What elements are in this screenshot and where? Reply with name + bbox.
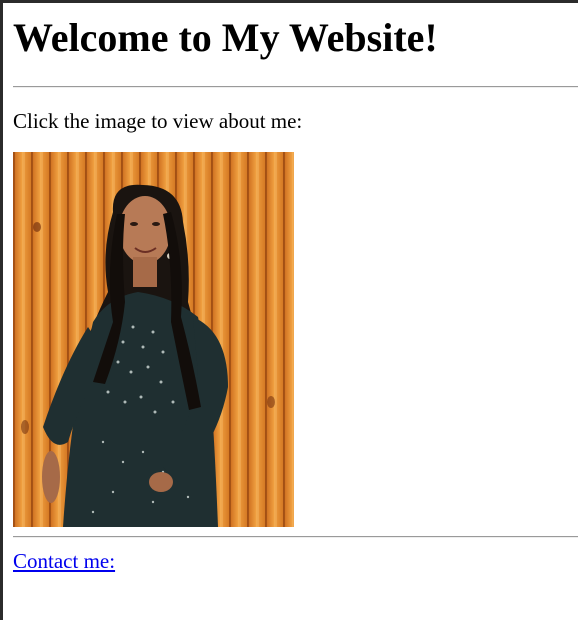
horizontal-rule-top bbox=[13, 86, 578, 88]
window-frame-left bbox=[0, 0, 3, 620]
intro-text: Click the image to view about me: bbox=[13, 109, 303, 133]
profile-photo[interactable] bbox=[13, 152, 294, 527]
contact-link[interactable]: Contact me: bbox=[13, 549, 115, 573]
window-frame-top bbox=[0, 0, 578, 3]
page-title: Welcome to My Website! bbox=[13, 15, 438, 60]
horizontal-rule-bottom bbox=[13, 536, 578, 538]
contact-paragraph: Contact me: bbox=[13, 549, 115, 573]
about-me-image-link[interactable] bbox=[13, 152, 294, 527]
